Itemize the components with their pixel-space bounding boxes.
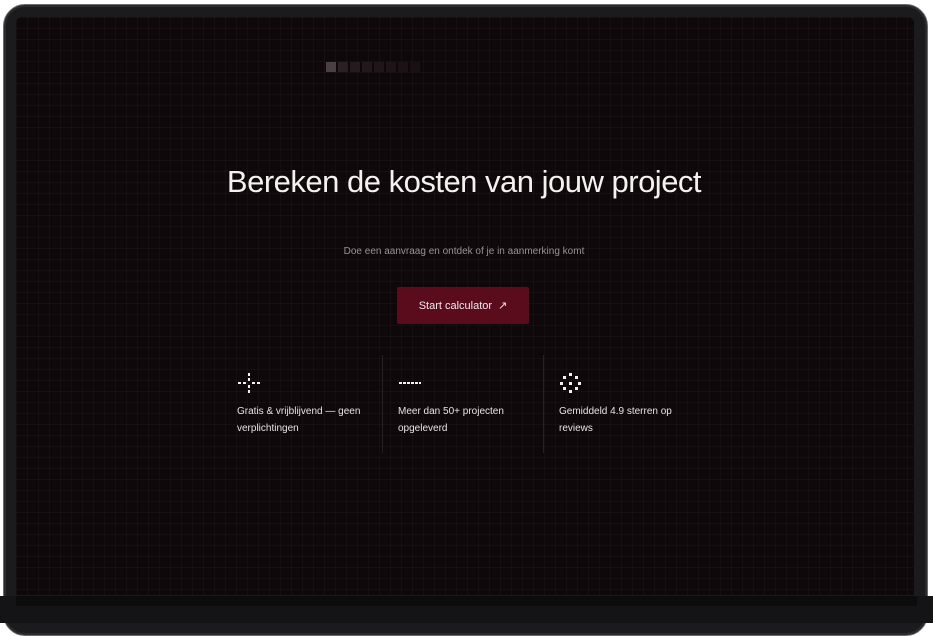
feature-list: Gratis & vrijblijvend — geen verplichtin… (221, 355, 701, 453)
progress-step (386, 62, 396, 72)
step-progress-indicator (326, 62, 420, 72)
laptop-hinge (16, 596, 917, 606)
sparkle-icon (238, 373, 260, 393)
start-calculator-label: Start calculator (418, 299, 493, 312)
progress-step (362, 62, 372, 72)
page-title: Bereken de kosten van jouw project (226, 164, 702, 199)
progress-step (410, 62, 420, 72)
feature-text: Meer dan 50+ projecten opgeleverd (398, 406, 504, 434)
feature-item-projects: Meer dan 50+ projecten opgeleverd (382, 355, 543, 453)
page-subtitle: Doe een aanvraag en ontdek of je in aanm… (343, 246, 585, 257)
feature-item-free: Gratis & vrijblijvend — geen verplichtin… (221, 355, 381, 453)
dash-icon (399, 382, 421, 384)
laptop-base (0, 596, 933, 623)
screen: Bereken de kosten van jouw project Doe e… (16, 17, 914, 595)
feature-item-reviews: Gemiddeld 4.9 sterren op reviews (543, 355, 704, 453)
progress-step (350, 62, 360, 72)
dotted-circle-icon (560, 373, 581, 393)
start-calculator-button[interactable]: Start calculator ↗ (397, 287, 529, 324)
progress-step (374, 62, 384, 72)
progress-step (398, 62, 408, 72)
arrow-up-right-icon: ↗ (498, 300, 508, 312)
progress-step (338, 62, 348, 72)
feature-text: Gemiddeld 4.9 sterren op reviews (559, 406, 672, 434)
progress-step (326, 62, 336, 72)
feature-text: Gratis & vrijblijvend — geen verplichtin… (237, 406, 361, 434)
